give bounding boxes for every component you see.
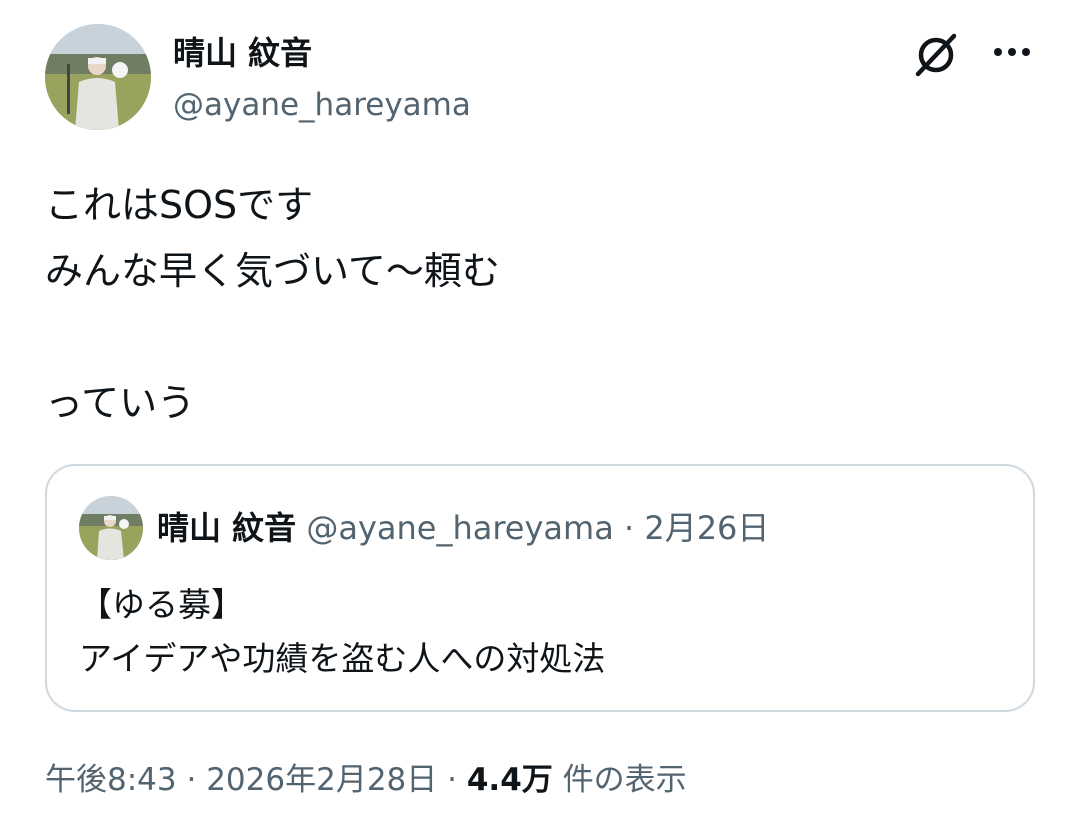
quoted-separator: · (623, 509, 635, 547)
quoted-avatar[interactable] (79, 496, 143, 560)
grok-icon[interactable] (910, 28, 962, 80)
quoted-handle: @ayane_hareyama (306, 509, 614, 547)
quoted-avatar-photo (79, 496, 143, 560)
quoted-header: 晴山 紋音 @ayane_hareyama · 2月26日 (157, 508, 769, 548)
user-handle[interactable]: @ayane_hareyama (173, 86, 471, 124)
quoted-date: 2月26日 (644, 509, 770, 547)
more-options-icon[interactable] (988, 34, 1036, 74)
views-count[interactable]: 4.4万 (467, 762, 553, 798)
tweet-time[interactable]: 午後8:43 (45, 762, 177, 798)
tweet-text: これはSOSです みんな早く気づいて〜頼む っていう (45, 183, 500, 425)
quoted-text: 【ゆる募】 アイデアや功績を盗む人への対処法 (79, 585, 606, 678)
tweet-date[interactable]: 2026年2月28日 (206, 762, 437, 798)
avatar[interactable] (45, 24, 151, 130)
tweet-meta: 午後8:43 · 2026年2月28日 · 4.4万 件の表示 (45, 758, 687, 802)
views-label: 件の表示 (562, 762, 687, 798)
tweet-detail: 晴山 紋音 @ayane_hareyama これはSOSです みんな早く気づいて… (0, 0, 1080, 836)
quoted-display-name: 晴山 紋音 (157, 509, 297, 547)
meta-separator-2: · (447, 762, 457, 798)
quoted-tweet[interactable]: 晴山 紋音 @ayane_hareyama · 2月26日 【ゆる募】 アイデア… (45, 464, 1035, 712)
avatar-photo (45, 24, 151, 130)
display-name[interactable]: 晴山 紋音 (173, 34, 312, 72)
meta-separator: · (186, 762, 197, 798)
